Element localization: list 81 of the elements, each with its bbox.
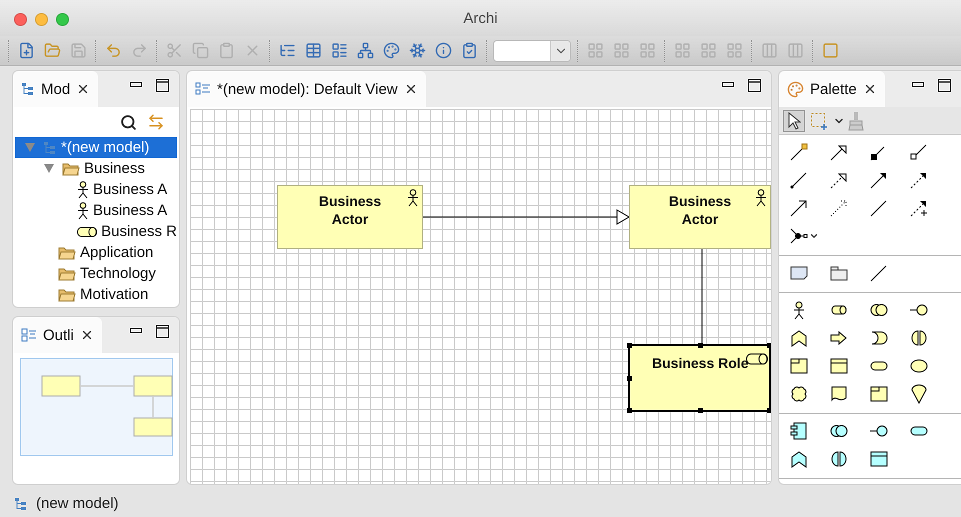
resize-handle[interactable] [698, 343, 702, 348]
maximize-icon[interactable] [156, 78, 169, 92]
search-icon[interactable] [120, 114, 137, 130]
outline-icon [21, 328, 37, 342]
tree-item[interactable]: *(new model) [15, 137, 177, 158]
minimize-icon[interactable] [912, 82, 924, 88]
tree-item[interactable]: Application [15, 242, 177, 263]
diagram-element[interactable]: Business Actor [277, 185, 423, 249]
chevron-icon[interactable] [789, 328, 809, 348]
arrow-icon[interactable] [869, 170, 889, 190]
arrow-icon[interactable] [789, 198, 809, 218]
status-text: (new model) [36, 495, 119, 512]
wand-icon[interactable] [789, 142, 809, 162]
resize-handle[interactable] [767, 343, 771, 348]
tree-icon [43, 140, 57, 154]
dotted-arrow-icon[interactable] [829, 198, 849, 218]
maximize-icon[interactable] [748, 78, 761, 92]
object-icon[interactable] [869, 384, 889, 404]
folder-icon [58, 266, 76, 280]
diagram-element[interactable]: Business Role [628, 344, 771, 412]
element-label: Business Actor [318, 193, 382, 227]
editor-tab[interactable]: *(new model): Default View [187, 71, 426, 107]
line-square-icon[interactable] [909, 142, 929, 162]
wavy-card-icon[interactable] [829, 384, 849, 404]
model-tab[interactable]: Mod [13, 71, 98, 107]
folder-icon [58, 288, 76, 302]
close-button[interactable] [14, 13, 27, 26]
resize-handle[interactable] [767, 408, 771, 413]
actor-icon [77, 180, 89, 198]
diagram-icon [195, 82, 211, 96]
select-tool[interactable] [783, 110, 805, 132]
object-icon[interactable] [789, 356, 809, 376]
actor-icon [755, 189, 767, 207]
role-icon [746, 353, 768, 365]
dashed-arrow-icon[interactable] [909, 198, 929, 218]
line-icon[interactable] [789, 170, 809, 190]
tree-item[interactable]: Business R [15, 221, 177, 242]
split-circle-icon[interactable] [829, 449, 849, 469]
window-title: Archi [463, 10, 498, 26]
element-label: Business Role [652, 355, 748, 371]
junction-icon[interactable] [789, 226, 809, 246]
resize-handle[interactable] [698, 408, 702, 413]
tree-item[interactable]: Business A [15, 179, 177, 200]
component-icon[interactable] [789, 421, 809, 441]
line-icon[interactable] [869, 263, 889, 283]
minimize-icon[interactable] [722, 82, 734, 88]
contract-icon[interactable] [869, 449, 889, 469]
tree-item[interactable]: Motivation [15, 284, 177, 305]
maximize-icon[interactable] [938, 78, 951, 92]
element-label: Business Actor [668, 193, 732, 227]
maximize-icon[interactable] [156, 324, 169, 338]
cloud-icon[interactable] [789, 384, 809, 404]
tree-item[interactable]: Technology [15, 263, 177, 284]
minimize-icon[interactable] [130, 328, 142, 334]
minimize-icon[interactable] [130, 82, 142, 88]
palette-icon [787, 80, 804, 98]
line-icon[interactable] [869, 198, 889, 218]
split-circle-icon[interactable] [909, 328, 929, 348]
resize-handle[interactable] [627, 343, 632, 348]
actor-icon [77, 202, 89, 220]
diagram-element[interactable]: Business Actor [629, 185, 771, 249]
resize-handle[interactable] [627, 376, 632, 381]
caret-icon[interactable] [809, 231, 819, 241]
palette-tab[interactable]: Palette [779, 71, 885, 107]
pin-icon[interactable] [909, 384, 929, 404]
role-icon [77, 226, 98, 238]
arrow-icon[interactable] [829, 328, 849, 348]
folder-icon [62, 162, 80, 176]
tree-item[interactable]: Business A [15, 200, 177, 221]
actor-icon [407, 189, 419, 207]
folder-icon [58, 246, 76, 260]
model-icon [14, 496, 28, 510]
tree-icon [21, 82, 35, 96]
chevron-icon[interactable] [789, 449, 809, 469]
diagram-canvas[interactable]: Business Actor Business Actor Business Role [190, 109, 771, 484]
contract-icon[interactable] [829, 356, 849, 376]
outline-tab[interactable]: Outli [13, 317, 102, 353]
dashed-arrow-icon[interactable] [909, 170, 929, 190]
resize-handle[interactable] [627, 408, 632, 413]
tree-item[interactable]: Business [15, 158, 177, 179]
connection-arrow[interactable] [422, 209, 630, 225]
